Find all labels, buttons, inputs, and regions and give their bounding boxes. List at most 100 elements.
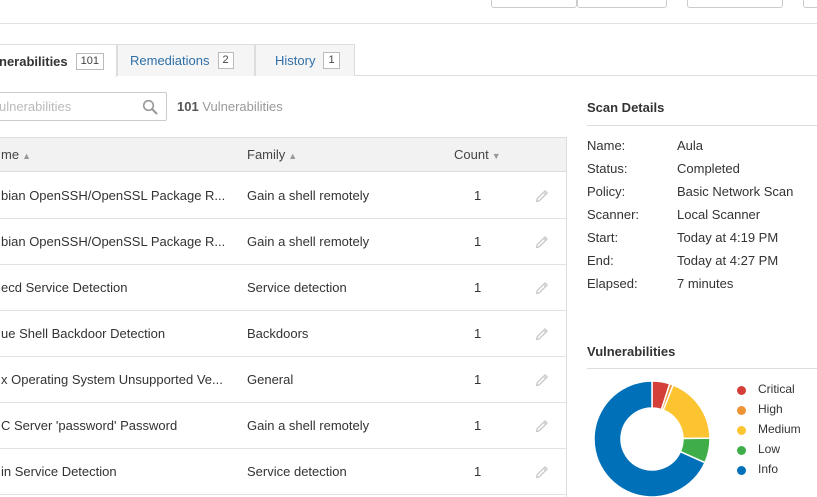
toolbar-button[interactable] xyxy=(491,0,577,8)
vulnerability-count-label: Vulnerabilities xyxy=(202,99,283,114)
scan-detail-label: Policy: xyxy=(587,184,626,199)
edit-pencil-icon[interactable] xyxy=(534,188,550,204)
legend-swatch xyxy=(737,446,746,455)
cell-plugin-name: ue Shell Backdoor Detection xyxy=(1,326,166,341)
tab-count-badge: 101 xyxy=(75,52,104,70)
table-header: me ▲ Family ▲ Count ▼ xyxy=(0,138,566,172)
toolbar-button[interactable] xyxy=(687,0,783,8)
tab-count-badge: 1 xyxy=(323,52,340,69)
legend-swatch xyxy=(737,466,746,475)
tab-label: Remediations xyxy=(130,53,210,68)
toolbar-button[interactable] xyxy=(803,0,817,8)
scan-detail-value: Today at 4:27 PM xyxy=(677,253,779,268)
scan-detail-row: Elapsed: 7 minutes xyxy=(587,276,817,299)
scan-detail-row: End: Today at 4:27 PM xyxy=(587,253,817,276)
tab-count-badge: 2 xyxy=(217,52,234,69)
cell-count: 1 xyxy=(474,280,482,295)
column-header-count[interactable]: Count ▼ xyxy=(454,147,501,162)
tab-history[interactable]: History 1 xyxy=(255,44,355,76)
legend-item-medium[interactable]: Medium xyxy=(737,422,801,442)
column-label: Family xyxy=(247,147,286,162)
cell-plugin-name: x Operating System Unsupported Ve... xyxy=(1,372,223,387)
legend-label: Info xyxy=(758,462,779,476)
scan-detail-label: Start: xyxy=(587,230,619,245)
table-row[interactable]: in Service Detection Service detection 1 xyxy=(0,449,566,495)
table-row[interactable]: bian OpenSSH/OpenSSL Package R... Gain a … xyxy=(0,173,566,219)
scan-detail-label: Scanner: xyxy=(587,207,640,222)
table-row[interactable]: C Server 'password' Password Gain a shell… xyxy=(0,403,566,449)
scan-detail-value: Aula xyxy=(677,138,704,153)
edit-pencil-icon[interactable] xyxy=(534,464,550,480)
cell-count: 1 xyxy=(474,234,482,249)
chart-legend: Critical High Medium Low Info xyxy=(737,382,801,482)
cell-plugin-name: in Service Detection xyxy=(1,464,117,479)
cell-plugin-name: bian OpenSSH/OpenSSL Package R... xyxy=(1,188,226,203)
cell-plugin-name: C Server 'password' Password xyxy=(1,418,178,433)
cell-family: Gain a shell remotely xyxy=(247,234,370,249)
scan-details-title: Scan Details xyxy=(587,100,817,126)
legend-swatch xyxy=(737,386,746,395)
cell-family: Gain a shell remotely xyxy=(247,418,370,433)
legend-label: Critical xyxy=(758,382,795,396)
search-icon[interactable] xyxy=(142,99,158,115)
donut-slice-medium[interactable] xyxy=(662,384,711,440)
tab-label: nerabilities xyxy=(0,53,68,69)
table-row[interactable]: ue Shell Backdoor Detection Backdoors 1 xyxy=(0,311,566,357)
legend-label: High xyxy=(758,402,783,416)
legend-item-critical[interactable]: Critical xyxy=(737,382,801,402)
table-row[interactable]: ecd Service Detection Service detection 1 xyxy=(0,265,566,311)
scan-detail-value: Completed xyxy=(677,161,740,176)
scan-detail-row: Policy: Basic Network Scan xyxy=(587,184,817,207)
cell-family: Service detection xyxy=(247,280,347,295)
tab-vulnerabilities[interactable]: nerabilities 101 xyxy=(0,44,117,77)
edit-pencil-icon[interactable] xyxy=(534,372,550,388)
vulnerability-count: 101 Vulnerabilities xyxy=(177,99,283,114)
edit-pencil-icon[interactable] xyxy=(534,418,550,434)
cell-plugin-name: ecd Service Detection xyxy=(1,280,128,295)
edit-pencil-icon[interactable] xyxy=(534,234,550,250)
cell-family: Backdoors xyxy=(247,326,309,341)
sort-desc-icon: ▼ xyxy=(491,151,501,161)
cell-count: 1 xyxy=(474,326,482,341)
scan-detail-label: Name: xyxy=(587,138,626,153)
table-row[interactable]: x Operating System Unsupported Ve... Gene… xyxy=(0,357,566,403)
cell-count: 1 xyxy=(474,464,482,479)
cell-plugin-name: bian OpenSSH/OpenSSL Package R... xyxy=(1,234,226,249)
scan-detail-label: End: xyxy=(587,253,614,268)
edit-pencil-icon[interactable] xyxy=(534,326,550,342)
sort-asc-icon: ▲ xyxy=(22,151,31,161)
table-row[interactable]: bian OpenSSH/OpenSSL Package R... Gain a … xyxy=(0,219,566,265)
column-label: Count xyxy=(454,147,489,162)
scan-detail-row: Status: Completed xyxy=(587,161,817,184)
cell-count: 1 xyxy=(474,188,482,203)
legend-label: Medium xyxy=(758,422,801,436)
column-header-name[interactable]: me ▲ xyxy=(1,147,31,162)
vulnerabilities-table: me ▲ Family ▲ Count ▼ bian OpenSSH/OpenSSL … xyxy=(0,137,567,497)
column-label: me xyxy=(1,147,20,162)
scan-detail-value: Today at 4:19 PM xyxy=(677,230,779,245)
legend-label: Low xyxy=(758,442,781,456)
search-box xyxy=(0,92,167,121)
legend-item-low[interactable]: Low xyxy=(737,442,801,462)
scan-detail-label: Status: xyxy=(587,161,628,176)
legend-item-info[interactable]: Info xyxy=(737,462,801,482)
search-input[interactable] xyxy=(0,93,131,120)
scan-detail-row: Name: Aula xyxy=(587,138,817,161)
scan-detail-row: Scanner: Local Scanner xyxy=(587,207,817,230)
sort-asc-icon: ▲ xyxy=(288,151,298,161)
tab-label: History xyxy=(275,53,316,68)
legend-swatch xyxy=(737,426,746,435)
cell-count: 1 xyxy=(474,372,482,387)
column-header-family[interactable]: Family ▲ xyxy=(247,147,297,162)
tab-bar: nerabilities 101 Remediations 2 History … xyxy=(0,44,817,77)
vulnerability-donut-chart xyxy=(593,380,711,497)
edit-pencil-icon[interactable] xyxy=(534,280,550,296)
cell-family: Service detection xyxy=(247,464,347,479)
scan-detail-row: Start: Today at 4:19 PM xyxy=(587,230,817,253)
vulnerabilities-panel-title: Vulnerabilities xyxy=(587,344,817,369)
toolbar-button[interactable] xyxy=(577,0,667,8)
tab-remediations[interactable]: Remediations 2 xyxy=(117,44,255,76)
legend-swatch xyxy=(737,406,746,415)
scan-detail-value: Local Scanner xyxy=(677,207,761,222)
legend-item-high[interactable]: High xyxy=(737,402,801,422)
